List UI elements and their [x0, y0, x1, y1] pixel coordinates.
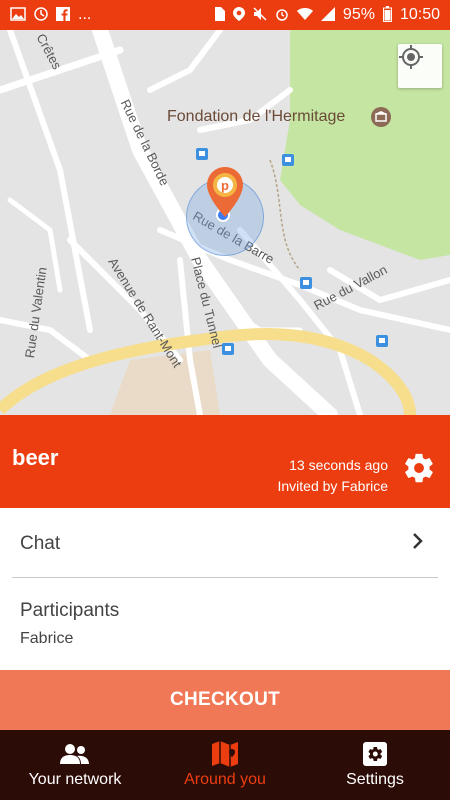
wifi-icon	[296, 7, 313, 23]
participants-title: Participants	[20, 600, 120, 621]
event-time-ago: 13 seconds ago	[289, 457, 388, 473]
clock-alert-icon	[34, 7, 48, 23]
tab-settings[interactable]: Settings	[300, 730, 450, 800]
image-icon	[10, 7, 26, 23]
signal-icon	[320, 7, 335, 23]
tab-label: Your network	[28, 771, 122, 788]
tab-around-you[interactable]: Around you	[150, 730, 300, 800]
status-bar: ... 95% 10:50	[0, 0, 450, 30]
sim-icon	[213, 7, 225, 23]
bottom-tab-bar: Your network Around you Settings	[0, 730, 450, 800]
battery-icon	[382, 6, 392, 24]
event-invited-by: Invited by Fabrice	[277, 478, 389, 494]
location-icon	[232, 7, 245, 23]
gear-icon	[405, 453, 433, 483]
tab-your-network[interactable]: Your network	[0, 730, 150, 800]
gear-icon	[363, 741, 387, 767]
status-more: ...	[78, 6, 92, 23]
mute-icon	[253, 7, 267, 23]
map-view[interactable]: Crêtes Rue de la Borde Rue de la Barre A…	[0, 30, 450, 415]
chevron-right-icon	[412, 532, 424, 555]
chat-label: Chat	[20, 532, 61, 554]
poi-label: Fondation de l'Hermitage	[167, 108, 346, 125]
alarm-icon	[275, 7, 289, 23]
crosshair-icon	[399, 45, 423, 69]
my-location-button[interactable]	[398, 44, 442, 88]
facebook-icon	[56, 7, 70, 23]
clock-time: 10:50	[399, 6, 440, 23]
event-header: beer 13 seconds ago Invited by Fabrice	[0, 415, 450, 508]
tab-label: Around you	[184, 771, 266, 788]
event-settings-button[interactable]	[402, 451, 436, 485]
svg-text:p: p	[221, 178, 229, 193]
people-icon	[60, 741, 90, 767]
tab-label: Settings	[346, 771, 404, 788]
map-icon	[211, 741, 239, 767]
battery-percent: 95%	[342, 6, 375, 23]
participant-name: Fabrice	[20, 630, 74, 647]
event-title: beer	[12, 445, 59, 470]
participants-section: Participants Fabrice	[20, 600, 119, 648]
checkout-button[interactable]: CHECKOUT	[0, 670, 450, 730]
chat-row[interactable]: Chat	[12, 510, 438, 578]
